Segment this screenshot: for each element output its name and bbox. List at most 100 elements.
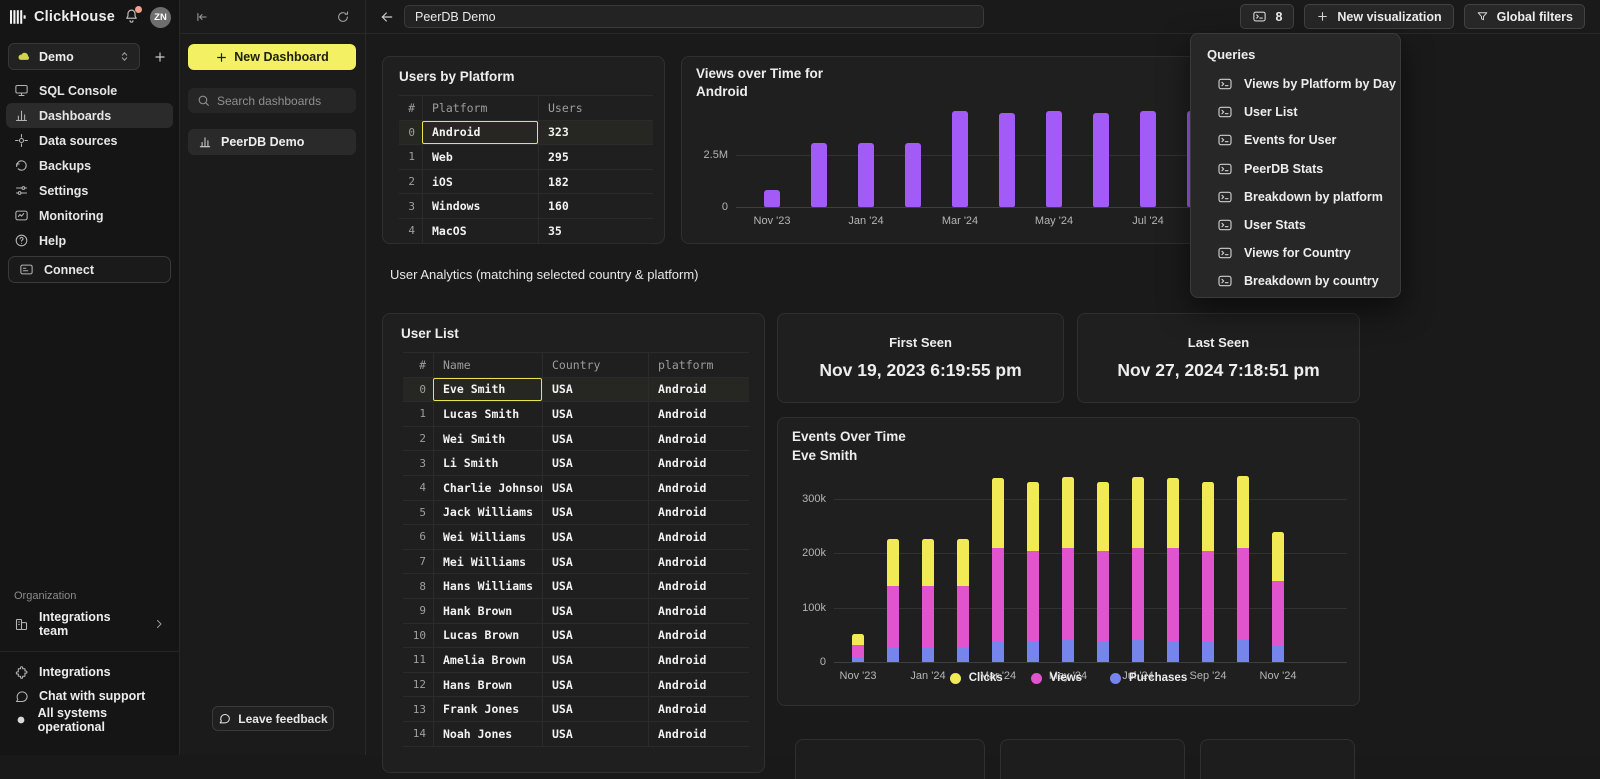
stacked-bar[interactable]	[1202, 482, 1214, 662]
avatar[interactable]: ZN	[150, 7, 171, 28]
query-item-breakdown-by-platform[interactable]: Breakdown by platform	[1207, 183, 1400, 211]
table-cell: Lucas Brown	[433, 624, 542, 648]
table-row[interactable]: 2iOS182	[399, 170, 653, 195]
table-row[interactable]: 7Mei WilliamsUSAAndroid	[403, 550, 749, 575]
table-cell: Android	[648, 673, 749, 697]
table-cell: Android	[648, 451, 749, 475]
table-row[interactable]: 11Amelia BrownUSAAndroid	[403, 648, 749, 673]
stacked-bar[interactable]	[992, 478, 1004, 662]
legend-dot	[1031, 673, 1042, 684]
stacked-bar[interactable]	[1062, 477, 1074, 662]
collapse-sidebar-icon[interactable]	[195, 10, 209, 24]
sidebar-item-integrations[interactable]: Integrations	[0, 660, 179, 684]
back-arrow-icon[interactable]	[379, 9, 395, 25]
queries-menu-title: Queries	[1207, 47, 1400, 62]
stacked-bar[interactable]	[1237, 476, 1249, 662]
table-row[interactable]: 6Wei WilliamsUSAAndroid	[403, 525, 749, 550]
dashboard-list-item-peerdb-demo[interactable]: PeerDB Demo	[188, 129, 356, 155]
notifications-bell-icon[interactable]	[123, 8, 141, 26]
table-cell: 4	[399, 219, 422, 243]
sidebar-item-sql-console[interactable]: SQL Console	[6, 78, 173, 103]
refresh-icon[interactable]	[336, 10, 350, 24]
table-row[interactable]: 8Hans WilliamsUSAAndroid	[403, 574, 749, 599]
stacked-bar[interactable]	[1272, 532, 1284, 662]
dashboard-search[interactable]	[188, 88, 356, 113]
bar[interactable]	[1093, 113, 1109, 207]
table-row[interactable]: 12Hans BrownUSAAndroid	[403, 673, 749, 698]
bar[interactable]	[905, 143, 921, 207]
query-item-views-for-country[interactable]: Views for Country	[1207, 239, 1400, 267]
legend-item-views[interactable]: Views	[1031, 672, 1082, 684]
table-row[interactable]: 2Wei SmithUSAAndroid	[403, 427, 749, 452]
bar[interactable]	[858, 143, 874, 207]
bar[interactable]	[1046, 111, 1062, 207]
integrations-team-label: Integrations team	[39, 610, 143, 638]
sidebar-item-data-sources[interactable]: Data sources	[6, 128, 173, 153]
sidebar-item-all-systems-operational[interactable]: All systems operational	[0, 708, 179, 732]
service-selector-row: Demo	[0, 34, 179, 81]
legend-item-clicks[interactable]: Clicks	[950, 672, 1003, 684]
table-row[interactable]: 1Lucas SmithUSAAndroid	[403, 402, 749, 427]
table-row[interactable]: 4MacOS35	[399, 219, 653, 244]
bar[interactable]	[999, 113, 1015, 207]
stacked-bar[interactable]	[922, 539, 934, 662]
query-item-views-by-platform-by-day[interactable]: Views by Platform by Day	[1207, 70, 1400, 98]
connect-button[interactable]: Connect	[8, 256, 171, 283]
stacked-bar[interactable]	[887, 539, 899, 662]
table-row[interactable]: 14Noah JonesUSAAndroid	[403, 722, 749, 747]
bar[interactable]	[1140, 111, 1156, 207]
global-filters-label: Global filters	[1497, 10, 1573, 24]
sidebar-item-dashboards[interactable]: Dashboards	[6, 103, 173, 128]
bar[interactable]	[764, 190, 780, 207]
query-item-user-list[interactable]: User List	[1207, 98, 1400, 126]
sidebar-item-settings[interactable]: Settings	[6, 178, 173, 203]
table-row[interactable]: 5Jack WilliamsUSAAndroid	[403, 501, 749, 526]
service-selector[interactable]: Demo	[8, 43, 140, 70]
sidebar-item-help[interactable]: Help	[6, 228, 173, 253]
table-header-row: #NameCountryplatform	[403, 353, 749, 378]
table-row[interactable]: 13Frank JonesUSAAndroid	[403, 697, 749, 722]
stacked-bar[interactable]	[957, 539, 969, 662]
dashboard-title-input[interactable]	[404, 5, 984, 28]
query-item-peerdb-stats[interactable]: PeerDB Stats	[1207, 155, 1400, 183]
add-service-button[interactable]	[149, 46, 171, 68]
query-item-user-stats[interactable]: User Stats	[1207, 211, 1400, 239]
search-dashboards-input[interactable]	[217, 94, 347, 108]
leave-feedback-button[interactable]: Leave feedback	[212, 706, 334, 731]
bar-segment-clicks	[1097, 482, 1109, 551]
sidebar-item-backups[interactable]: Backups	[6, 153, 173, 178]
new-dashboard-button[interactable]: New Dashboard	[188, 44, 356, 70]
topbar: 8 New visualization Global filters	[366, 0, 1600, 34]
query-terminal-icon	[1217, 76, 1233, 92]
stacked-bar[interactable]	[1132, 477, 1144, 662]
sidebar-item-integrations-team[interactable]: Integrations team	[6, 611, 173, 637]
table-row[interactable]: 0Eve SmithUSAAndroid	[403, 378, 749, 403]
stacked-bar[interactable]	[1027, 482, 1039, 662]
stacked-bar[interactable]	[852, 634, 864, 662]
table-cell: 12	[403, 673, 433, 697]
table-row[interactable]: 4Charlie JohnsonUSAAndroid	[403, 476, 749, 501]
bar-segment-purchases	[1167, 641, 1179, 662]
table-row[interactable]: 0Android323	[399, 121, 653, 146]
queries-count-button[interactable]: 8	[1240, 4, 1294, 29]
new-visualization-button[interactable]: New visualization	[1304, 4, 1453, 29]
sidebar-footer-label: Integrations	[39, 665, 111, 679]
bar[interactable]	[811, 143, 827, 207]
table-row[interactable]: 3Li SmithUSAAndroid	[403, 451, 749, 476]
legend-item-purchases[interactable]: Purchases	[1110, 672, 1187, 684]
query-item-breakdown-by-country[interactable]: Breakdown by country	[1207, 267, 1400, 295]
sidebar-item-monitoring[interactable]: Monitoring	[6, 203, 173, 228]
table-row[interactable]: 3Windows160	[399, 194, 653, 219]
bar[interactable]	[952, 111, 968, 207]
global-filters-button[interactable]: Global filters	[1464, 4, 1585, 29]
stacked-bar[interactable]	[1167, 478, 1179, 662]
query-item-events-for-user[interactable]: Events for User	[1207, 126, 1400, 154]
cloud-service-icon	[17, 50, 31, 64]
table-row[interactable]: 10Lucas BrownUSAAndroid	[403, 624, 749, 649]
table-row[interactable]: 1Web295	[399, 145, 653, 170]
sidebar-item-chat-with-support[interactable]: Chat with support	[0, 684, 179, 708]
stacked-bar[interactable]	[1097, 482, 1109, 662]
table-row[interactable]: 9Hank BrownUSAAndroid	[403, 599, 749, 624]
y-axis-label: 200k	[786, 547, 826, 559]
users-by-platform-table: #PlatformUsers0Android3231Web2952iOS1823…	[399, 95, 653, 244]
